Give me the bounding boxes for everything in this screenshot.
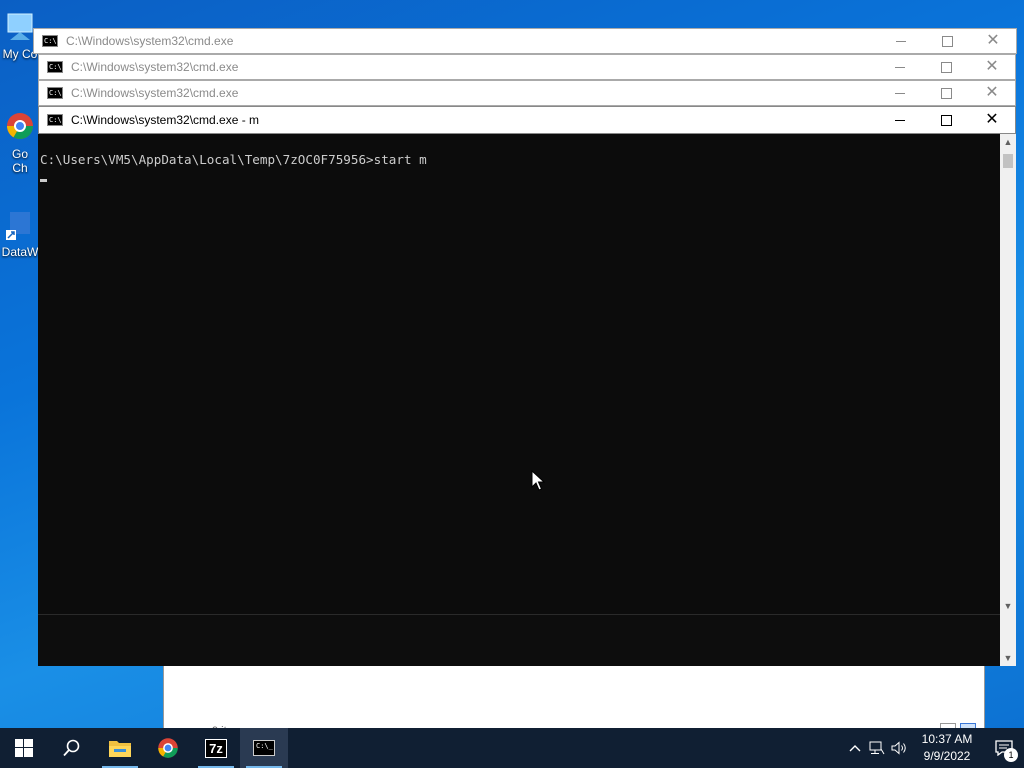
folder-icon [109, 741, 131, 757]
maximize-button[interactable] [923, 55, 969, 79]
desktop-icon-label: Go Ch [11, 147, 28, 175]
cmd-icon: C:\ [47, 87, 63, 99]
clock-time: 10:37 AM [921, 732, 973, 746]
cmd-window-titlebar-2[interactable]: C:\ C:\Windows\system32\cmd.exe ✕ [38, 54, 1016, 80]
datawrapper-shortcut-icon [6, 212, 30, 240]
cmd-icon: C:\ [47, 61, 63, 73]
chrome-shortcut-icon [6, 113, 34, 140]
desktop-icon-datawrapper[interactable]: DataW [0, 208, 40, 259]
7zip-button[interactable]: 7z [192, 728, 240, 768]
cmd-taskbar-button[interactable]: C:\_ [240, 728, 288, 768]
console-prompt-line: C:\Users\VM5\AppData\Local\Temp\7zOC0F75… [40, 152, 427, 167]
minimize-button[interactable] [877, 81, 923, 105]
close-button[interactable]: ✕ [969, 81, 1015, 105]
network-icon[interactable] [866, 728, 888, 768]
chrome-icon [158, 738, 178, 758]
windows-logo-icon [15, 739, 33, 757]
cmd-window-titlebar-active[interactable]: C:\ C:\Windows\system32\cmd.exe - m ✕ [38, 106, 1016, 134]
clock-date: 9/9/2022 [923, 749, 971, 763]
chevron-up-icon[interactable] [844, 728, 866, 768]
minimize-button[interactable] [877, 55, 923, 79]
text-cursor [40, 179, 47, 182]
system-tray: 10:37 AM 9/9/2022 1 [844, 728, 1024, 768]
minimize-button[interactable] [878, 29, 924, 53]
window-title: C:\Windows\system32\cmd.exe [71, 86, 239, 100]
vertical-scrollbar[interactable]: ▲ ▼ ▼ [1000, 134, 1016, 666]
close-button[interactable]: ✕ [970, 29, 1016, 53]
desktop-icon-label: DataW [1, 245, 39, 259]
search-button[interactable] [48, 728, 96, 768]
window-title: C:\Windows\system32\cmd.exe [66, 34, 234, 48]
scroll-down-arrow-icon[interactable]: ▼ [1000, 650, 1016, 666]
scroll-up-arrow-icon[interactable]: ▲ [1000, 134, 1016, 150]
file-explorer-button[interactable] [96, 728, 144, 768]
maximize-button[interactable] [923, 81, 969, 105]
close-button[interactable]: ✕ [969, 55, 1015, 79]
volume-icon[interactable] [888, 728, 910, 768]
system-clock[interactable]: 10:37 AM 9/9/2022 [910, 731, 984, 765]
search-icon [63, 739, 80, 757]
cmd-icon: C:\ [42, 35, 58, 47]
notification-count-badge: 1 [1004, 748, 1018, 762]
cmd-window-titlebar-1[interactable]: C:\ C:\Windows\system32\cmd.exe ✕ [33, 28, 1017, 54]
maximize-button[interactable] [924, 29, 970, 53]
scroll-thumb[interactable] [1003, 154, 1013, 168]
mouse-pointer-icon [531, 470, 545, 491]
taskbar: 7z C:\_ 10:37 AM 9/9/2022 1 [0, 728, 1024, 768]
scroll-down-arrow-icon[interactable]: ▼ [1000, 598, 1016, 614]
window-title: C:\Windows\system32\cmd.exe - m [71, 113, 260, 127]
action-center-button[interactable]: 1 [984, 728, 1024, 768]
console-lower-area [38, 614, 1000, 666]
maximize-button[interactable] [923, 107, 969, 133]
7zip-icon: 7z [205, 738, 227, 758]
desktop-icon-chrome[interactable]: Go Ch [0, 110, 40, 175]
computer-icon [7, 13, 33, 40]
console-output[interactable]: C:\Users\VM5\AppData\Local\Temp\7zOC0F75… [38, 134, 1000, 666]
cmd-icon: C:\ [47, 114, 63, 126]
cmd-icon: C:\_ [253, 740, 275, 756]
minimize-button[interactable] [877, 107, 923, 133]
chrome-button[interactable] [144, 728, 192, 768]
start-button[interactable] [0, 728, 48, 768]
window-title: C:\Windows\system32\cmd.exe [71, 60, 239, 74]
cmd-window-titlebar-3[interactable]: C:\ C:\Windows\system32\cmd.exe ✕ [38, 80, 1016, 106]
close-button[interactable]: ✕ [969, 107, 1015, 133]
